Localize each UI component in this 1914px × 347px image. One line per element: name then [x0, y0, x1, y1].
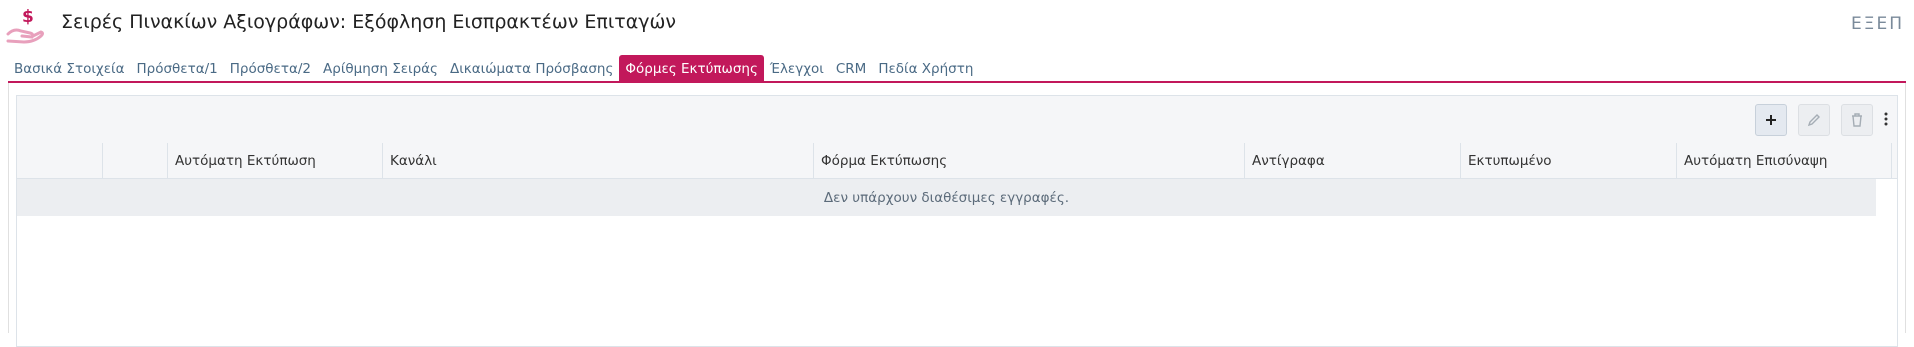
column-header-auto-print[interactable]: Αυτόματη Εκτύπωση [168, 143, 383, 178]
tab-additional-2[interactable]: Πρόσθετα/2 [224, 55, 317, 82]
edit-button[interactable] [1798, 104, 1830, 136]
series-code: ΕΞΕΠ [1850, 14, 1904, 34]
more-options-button[interactable] [1879, 104, 1893, 134]
tab-user-fields[interactable]: Πεδία Χρήστη [872, 55, 979, 82]
tab-access-rights[interactable]: Δικαιώματα Πρόσβασης [444, 55, 619, 82]
tab-print-forms[interactable]: Φόρμες Εκτύπωσης [619, 55, 764, 82]
column-header-blank-2 [103, 143, 168, 178]
kebab-menu-icon [1884, 112, 1888, 126]
empty-table-message: Δεν υπάρχουν διαθέσιμες εγγραφές. [17, 179, 1876, 216]
money-hand-icon: $ [6, 7, 44, 44]
plus-icon [1766, 115, 1776, 125]
delete-button[interactable] [1841, 104, 1873, 136]
tab-basic-info[interactable]: Βασικά Στοιχεία [8, 55, 130, 82]
column-header-copies[interactable]: Αντίγραφα [1245, 143, 1461, 178]
tab-series-numbering[interactable]: Αρίθμηση Σειράς [317, 55, 444, 82]
column-header-channel[interactable]: Κανάλι [383, 143, 814, 178]
page-header: $ Σειρές Πινακίων Αξιογράφων: Εξόφληση Ε… [0, 0, 1914, 50]
add-button[interactable] [1755, 104, 1787, 136]
pencil-icon [1807, 114, 1820, 127]
column-header-auto-attach[interactable]: Αυτόματη Επισύναψη [1677, 143, 1892, 178]
table-header: Αυτόματη Εκτύπωση Κανάλι Φόρμα Εκτύπωσης… [17, 143, 1897, 179]
grid-toolbar [17, 96, 1897, 144]
tab-content-panel: Αυτόματη Εκτύπωση Κανάλι Φόρμα Εκτύπωσης… [8, 83, 1906, 347]
print-forms-grid: Αυτόματη Εκτύπωση Κανάλι Φόρμα Εκτύπωσης… [16, 95, 1898, 347]
column-header-print-form[interactable]: Φόρμα Εκτύπωσης [814, 143, 1245, 178]
column-header-blank-1 [17, 143, 103, 178]
column-header-printed[interactable]: Εκτυπωμένο [1461, 143, 1677, 178]
tab-additional-1[interactable]: Πρόσθετα/1 [130, 55, 223, 82]
tab-crm[interactable]: CRM [830, 55, 872, 82]
trash-icon [1852, 113, 1862, 127]
svg-text:$: $ [22, 7, 34, 27]
tab-checks[interactable]: Έλεγχοι [764, 55, 830, 82]
tab-bar: Βασικά Στοιχεία Πρόσθετα/1 Πρόσθετα/2 Αρ… [8, 55, 979, 82]
page-title: Σειρές Πινακίων Αξιογράφων: Εξόφληση Εισ… [61, 11, 676, 33]
